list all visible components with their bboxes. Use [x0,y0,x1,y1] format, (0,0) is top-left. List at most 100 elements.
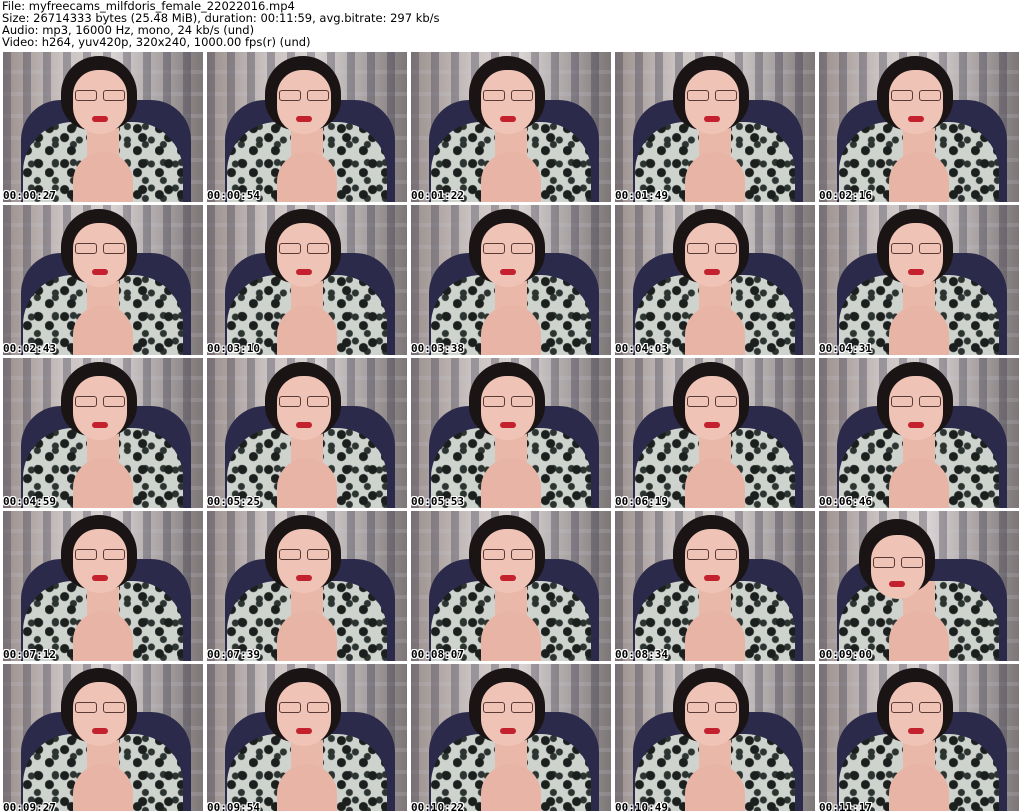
video-frame-thumbnail: 00:09:27 [3,664,203,811]
glasses [279,396,329,407]
glasses [687,90,737,101]
frame-timestamp: 00:03:10 [207,342,260,355]
face [277,682,331,746]
video-info-line: Video: h264, yuv420p, 320x240, 1000.00 f… [2,35,311,49]
lips [296,269,312,275]
glasses [687,549,737,560]
lips [92,422,108,428]
contact-sheet: File: myfreecams_milfdoris_female_220220… [0,0,1024,811]
video-frame-thumbnail: 00:02:16 [819,52,1019,202]
lips [704,422,720,428]
video-frame-thumbnail: 00:02:43 [3,205,203,355]
lips [92,575,108,581]
glasses [891,396,941,407]
video-frame-thumbnail: 00:00:54 [207,52,407,202]
lips [500,575,516,581]
frame-timestamp: 00:04:03 [615,342,668,355]
video-frame-thumbnail: 00:10:22 [411,664,611,811]
lips [908,269,924,275]
face [73,682,127,746]
face [685,376,739,440]
video-frame-thumbnail: 00:08:07 [411,511,611,661]
lips [908,422,924,428]
frame-timestamp: 00:02:43 [3,342,56,355]
glasses [891,702,941,713]
video-frame-thumbnail: 00:07:39 [207,511,407,661]
lips [704,728,720,734]
video-frame-thumbnail: 00:01:49 [615,52,815,202]
glasses [75,90,125,101]
face [277,223,331,287]
video-frame-thumbnail: 00:10:49 [615,664,815,811]
file-info-header: File: myfreecams_milfdoris_female_220220… [2,0,1022,50]
video-frame-thumbnail: 00:09:54 [207,664,407,811]
frame-timestamp: 00:03:38 [411,342,464,355]
frame-timestamp: 00:04:59 [3,495,56,508]
frame-timestamp: 00:05:53 [411,495,464,508]
glasses [75,396,125,407]
glasses [483,90,533,101]
frame-timestamp: 00:08:07 [411,648,464,661]
glasses [891,243,941,254]
face [685,682,739,746]
glasses [75,243,125,254]
frame-timestamp: 00:10:22 [411,801,464,811]
lips [296,422,312,428]
frame-timestamp: 00:04:31 [819,342,872,355]
lips [500,269,516,275]
lips [500,728,516,734]
face [685,70,739,134]
lips [704,575,720,581]
face [481,70,535,134]
glasses [279,702,329,713]
frame-timestamp: 00:05:25 [207,495,260,508]
lips [889,581,905,587]
video-frame-thumbnail: 00:05:25 [207,358,407,508]
frame-timestamp: 00:00:27 [3,189,56,202]
glasses [687,243,737,254]
face [481,376,535,440]
video-frame-thumbnail: 00:04:31 [819,205,1019,355]
face [481,223,535,287]
face [685,223,739,287]
lips [500,116,516,122]
frame-timestamp: 00:10:49 [615,801,668,811]
glasses [75,549,125,560]
face [889,70,943,134]
frame-timestamp: 00:02:16 [819,189,872,202]
glasses [75,702,125,713]
video-frame-thumbnail: 00:01:22 [411,52,611,202]
video-frame-thumbnail: 00:11:17 [819,664,1019,811]
frame-timestamp: 00:09:27 [3,801,56,811]
face [73,529,127,593]
lips [296,728,312,734]
face [277,529,331,593]
video-frame-thumbnail: 00:08:34 [615,511,815,661]
video-frame-thumbnail: 00:07:12 [3,511,203,661]
face [277,70,331,134]
glasses [483,549,533,560]
face [73,376,127,440]
face [481,529,535,593]
face [889,223,943,287]
lips [92,269,108,275]
frame-timestamp: 00:08:34 [615,648,668,661]
face [889,682,943,746]
face [73,223,127,287]
face [73,70,127,134]
glasses [687,702,737,713]
frame-timestamp: 00:07:39 [207,648,260,661]
glasses [891,90,941,101]
video-frame-thumbnail: 00:05:53 [411,358,611,508]
glasses [483,243,533,254]
lips [908,728,924,734]
lips [92,116,108,122]
frame-timestamp: 00:00:54 [207,189,260,202]
glasses [873,557,923,568]
video-frame-thumbnail: 00:09:00 [819,511,1019,661]
glasses [279,549,329,560]
frame-timestamp: 00:01:22 [411,189,464,202]
frame-timestamp: 00:11:17 [819,801,872,811]
glasses [279,243,329,254]
face [889,376,943,440]
